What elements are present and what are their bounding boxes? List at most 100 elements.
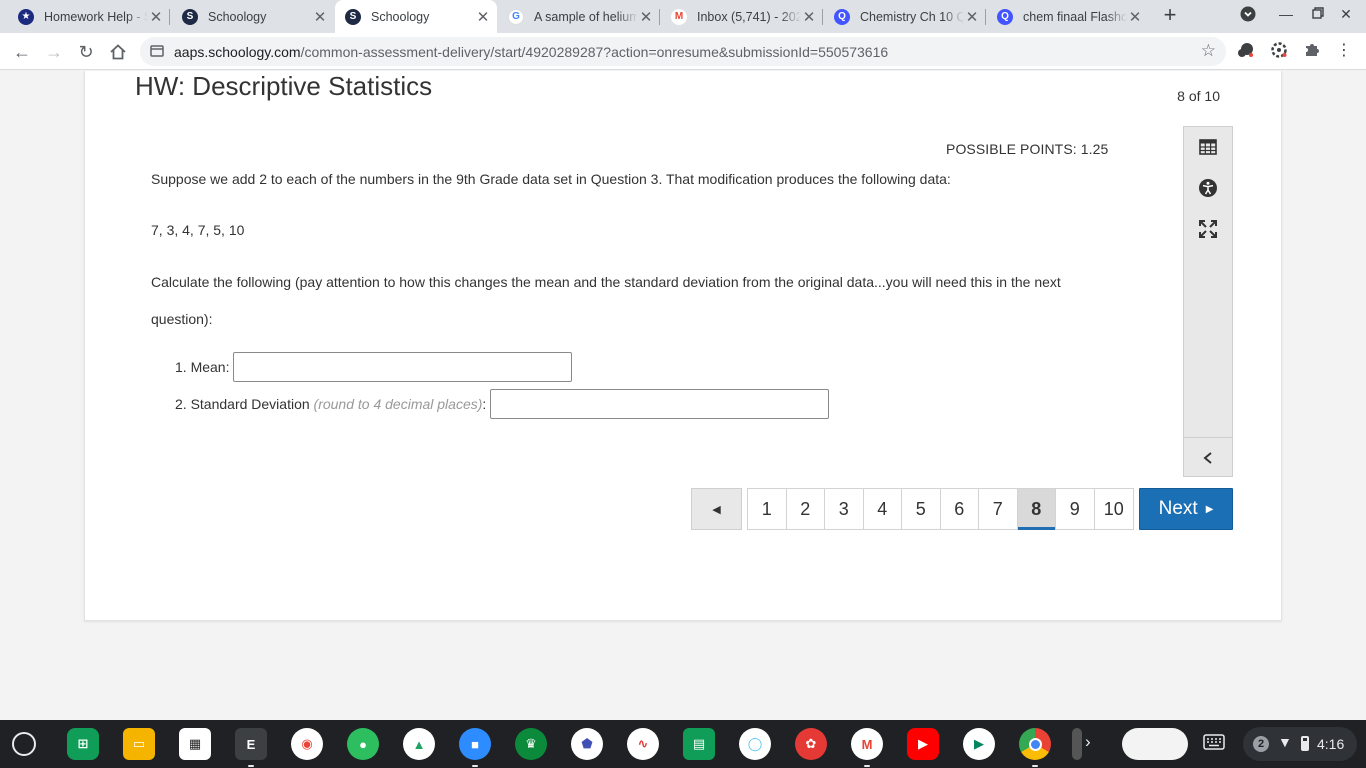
sd-colon: :	[482, 396, 487, 412]
url-text: aaps.schoology.com/common-assessment-del…	[174, 44, 889, 60]
question-counter: 8 of 10	[1177, 88, 1220, 104]
tab-title: Schoology	[371, 9, 430, 24]
browser-tab[interactable]: Q Chemistry Ch 10 Q ✕	[824, 0, 986, 33]
browser-tab[interactable]: Q chem finaal Flashcar ✕	[987, 0, 1149, 33]
page-button[interactable]: 1	[748, 489, 787, 529]
keyboard-icon[interactable]	[1203, 734, 1225, 752]
camera-app-icon[interactable]: ✿	[795, 728, 827, 760]
calculator-icon[interactable]	[1184, 127, 1232, 167]
extension-chat-icon[interactable]	[1236, 41, 1256, 61]
fullscreen-icon[interactable]	[1184, 209, 1232, 249]
page-button[interactable]: 6	[941, 489, 979, 529]
close-window-icon[interactable]: ✕	[1335, 6, 1357, 23]
geometry-icon[interactable]: ⬟	[571, 728, 603, 760]
google-icon: G	[508, 8, 524, 25]
page-button[interactable]: 4	[864, 489, 902, 529]
extensions-puzzle-icon[interactable]	[1302, 41, 1322, 61]
new-tab-button[interactable]: +	[1158, 4, 1182, 28]
browser-tab[interactable]: M Inbox (5,741) - 2023 ✕	[661, 0, 823, 33]
extension-settings-icon[interactable]	[1269, 41, 1289, 61]
tab-title: Chemistry Ch 10 Q	[860, 9, 964, 24]
play-store-icon[interactable]: ▶	[963, 728, 995, 760]
tab-title: Homework Help - Sch	[44, 9, 148, 24]
quizlet-icon: Q	[997, 8, 1013, 25]
slides-app-icon[interactable]: ▭	[123, 728, 155, 760]
close-tab-icon[interactable]: ✕	[312, 8, 328, 26]
page-button-current[interactable]: 8	[1017, 489, 1056, 530]
close-tab-icon[interactable]: ✕	[148, 8, 164, 26]
forward-icon[interactable]: →	[42, 40, 66, 64]
browser-tab[interactable]: ★ Homework Help - Sch ✕	[8, 0, 170, 33]
sd-label: 2. Standard Deviation	[175, 396, 310, 412]
collapse-chevron-icon[interactable]	[1184, 437, 1232, 477]
page-button[interactable]: 10	[1095, 489, 1134, 529]
next-button[interactable]: Next ▶	[1139, 488, 1233, 530]
close-tab-icon[interactable]: ✕	[638, 8, 654, 26]
screencast-icon[interactable]: ◉	[291, 728, 323, 760]
minimize-icon[interactable]: —	[1275, 6, 1297, 22]
tab-title: A sample of helium g	[534, 9, 638, 24]
previous-arrow-icon: ◀	[712, 503, 721, 516]
schoology-icon: S	[182, 8, 198, 25]
answer-row-sd: 2. Standard Deviation (round to 4 decima…	[175, 389, 830, 419]
launcher-icon[interactable]	[12, 732, 36, 756]
page-button[interactable]: 9	[1056, 489, 1095, 529]
possible-points: POSSIBLE POINTS: 1.25	[946, 141, 1109, 157]
assessment-card: HW: Descriptive Statistics 8 of 10 POSSI…	[84, 71, 1282, 621]
page-button[interactable]: 5	[902, 489, 941, 529]
calculator-2-icon[interactable]: ▦	[179, 728, 211, 760]
accessibility-icon[interactable]	[1184, 168, 1232, 208]
close-tab-icon[interactable]: ✕	[1127, 8, 1143, 26]
address-bar[interactable]: aaps.schoology.com/common-assessment-del…	[140, 37, 1226, 66]
restore-icon[interactable]	[1307, 6, 1329, 22]
zoom-icon[interactable]: ■	[459, 728, 491, 760]
browser-tab[interactable]: G A sample of helium g ✕	[498, 0, 660, 33]
status-tray[interactable]: 2 ▼ 4:16	[1243, 727, 1357, 761]
drive-icon[interactable]: ▲	[403, 728, 435, 760]
sd-hint: (round to 4 decimal places)	[313, 396, 483, 412]
shelf-expand-chevron-icon[interactable]: ›	[1085, 732, 1101, 752]
bookmark-star-icon[interactable]: ☆	[1201, 41, 1216, 61]
site-info-icon[interactable]	[150, 44, 164, 58]
calculator-app-icon[interactable]: ⊞	[67, 728, 99, 760]
battery-icon	[1301, 736, 1309, 751]
schoology-icon: S	[345, 8, 361, 25]
classroom-icon[interactable]: ♛	[515, 728, 547, 760]
mean-input[interactable]	[233, 352, 573, 382]
notification-count-badge: 2	[1253, 736, 1269, 752]
grapher-icon[interactable]: ∿	[627, 728, 659, 760]
sheets-icon[interactable]: ▤	[683, 728, 715, 760]
browser-toolbar: ← → ↻ aaps.schoology.com/common-assessme…	[0, 33, 1366, 70]
reload-icon[interactable]: ↻	[74, 40, 98, 64]
home-icon[interactable]	[106, 40, 130, 64]
youtube-icon[interactable]: ▶	[907, 728, 939, 760]
page-button[interactable]: 7	[979, 489, 1018, 529]
evernote-icon[interactable]: ●	[347, 728, 379, 760]
question-instructions: Calculate the following (pay attention t…	[151, 274, 1061, 327]
browser-menu-icon[interactable]: ⋮	[1334, 41, 1354, 61]
quizlet-icon: Q	[834, 8, 850, 25]
tab-search-icon[interactable]	[1237, 6, 1259, 25]
speech-bubble-icon[interactable]: ◯	[739, 728, 771, 760]
browser-tab[interactable]: S Schoology ✕	[172, 0, 334, 33]
question-data-values: 7, 3, 4, 7, 5, 10	[151, 222, 245, 238]
clock: 4:16	[1317, 736, 1345, 752]
gmail-icon: M	[671, 8, 687, 25]
close-tab-icon[interactable]: ✕	[964, 8, 980, 26]
overflow-app-icon[interactable]	[1072, 728, 1082, 760]
back-icon[interactable]: ←	[10, 40, 34, 64]
close-tab-icon[interactable]: ✕	[475, 8, 491, 26]
holding-space-thumbnails[interactable]	[1122, 728, 1188, 760]
standard-deviation-input[interactable]	[490, 389, 830, 419]
page-button[interactable]: 3	[825, 489, 864, 529]
tab-title: Inbox (5,741) - 2023	[697, 9, 801, 24]
page-title: HW: Descriptive Statistics	[135, 71, 433, 101]
page-button[interactable]: 2	[787, 489, 825, 529]
previous-button[interactable]: ◀	[691, 488, 742, 530]
answer-row-mean: 1. Mean:	[175, 352, 573, 382]
app-e-icon[interactable]: E	[235, 728, 267, 760]
gmail-app-icon[interactable]: M	[851, 728, 883, 760]
chrome-icon[interactable]	[1019, 728, 1051, 760]
browser-tab-active[interactable]: S Schoology ✕	[335, 0, 497, 33]
close-tab-icon[interactable]: ✕	[801, 8, 817, 26]
